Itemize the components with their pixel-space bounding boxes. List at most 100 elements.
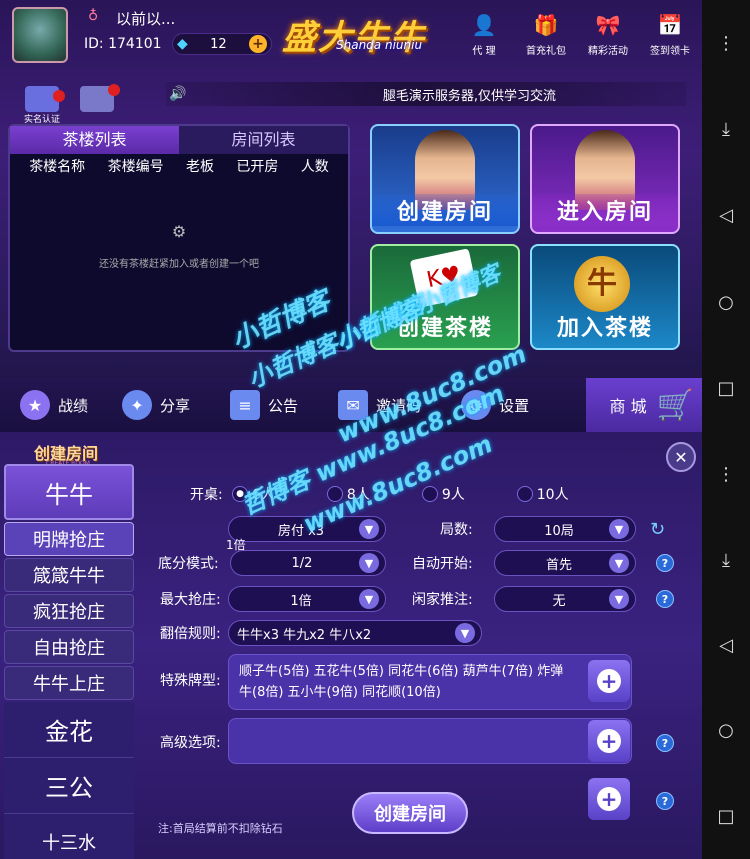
chevron-down-icon: ▼: [359, 589, 379, 609]
double-rule-select[interactable]: 牛牛x3 牛九x2 牛八x2 ▼: [228, 620, 482, 646]
auto-start-select[interactable]: 首先 ▼: [494, 550, 636, 576]
max-bet-value: 1倍: [290, 593, 312, 609]
base-score-extra: 1倍: [226, 538, 246, 552]
cart-icon: 🛒: [656, 387, 694, 423]
mode-niuniu-banker[interactable]: 牛牛上庄: [4, 666, 134, 700]
notice-button[interactable]: ≡ 公告: [230, 390, 298, 420]
advanced-label: 高级选项:: [160, 735, 221, 751]
home-icon[interactable]: ○: [715, 720, 737, 742]
mode-free[interactable]: 自由抢庄: [4, 630, 134, 664]
add-diamond-button[interactable]: +: [249, 35, 267, 53]
base-score-value: 1/2: [291, 555, 313, 571]
home-icon[interactable]: ○: [715, 291, 737, 313]
sidebar-item-jinhua[interactable]: 金花: [4, 702, 134, 758]
notice-icon: ≡: [230, 390, 261, 420]
rounds-select[interactable]: 10局 ▼: [494, 516, 636, 542]
double-rule-value: 牛牛x3 牛九x2 牛八x2: [237, 627, 372, 643]
help-icon[interactable]: ?: [656, 590, 674, 608]
col-opened-rooms: 已开房: [236, 159, 279, 175]
advanced-add-button[interactable]: +: [588, 720, 630, 762]
chevron-down-icon: ▼: [609, 519, 629, 539]
gift-icon: 🎁: [533, 13, 559, 37]
tab-room-list[interactable]: 房间列表: [179, 126, 348, 154]
share-button[interactable]: ✦ 分享: [122, 390, 190, 420]
real-name-verify-button[interactable]: 实名认证: [22, 86, 65, 125]
refresh-icon[interactable]: ↻: [650, 519, 665, 540]
chevron-down-icon: ▼: [359, 553, 379, 573]
list-header: 茶楼名称 茶楼编号 老板 已开房 人数: [10, 154, 348, 178]
close-button[interactable]: ✕: [666, 442, 696, 472]
overflow-menu-icon[interactable]: ⋮: [715, 464, 737, 486]
mode-mingpai[interactable]: 明牌抢庄: [4, 522, 134, 556]
plus-icon: +: [597, 729, 621, 753]
col-teahouse-id: 茶楼编号: [107, 159, 164, 175]
recents-icon[interactable]: □: [715, 378, 737, 400]
announcement-marquee: 🔊 腿毛演示服务器,仅供学习交流: [166, 82, 686, 106]
back-icon[interactable]: ◁: [715, 205, 737, 227]
activity-button[interactable]: 🎀 精彩活动: [578, 10, 638, 57]
user-name: 以前以...: [116, 10, 176, 28]
rounds-label: 局数:: [440, 522, 473, 538]
tab-teahouse-list[interactable]: 茶楼列表: [10, 126, 179, 154]
user-id-label: ID:: [84, 36, 104, 52]
first-recharge-button[interactable]: 🎁 首充礼包: [516, 10, 576, 57]
shop-label: 商 城: [609, 397, 647, 416]
record-label: 战绩: [58, 396, 89, 415]
game-logo: 盛大牛牛 Shanda niuniu: [278, 8, 454, 60]
empty-text: 还没有茶楼赶紧加入或者创建一个吧: [99, 259, 259, 270]
create-room-button[interactable]: 创建房间: [370, 124, 520, 234]
collapse-icon[interactable]: ⤓: [715, 119, 737, 141]
agent-button[interactable]: 👤 代 理: [454, 10, 514, 57]
seats-option-10[interactable]: 10人: [516, 484, 569, 504]
push-label: 闲家推注:: [412, 592, 473, 608]
seats-option-9[interactable]: 9人: [421, 484, 465, 504]
signin-label: 签到领卡: [650, 46, 690, 57]
list-tabs: 茶楼列表 房间列表: [10, 126, 348, 154]
auto-start-value: 首先: [545, 557, 572, 573]
sidebar-item-sangong[interactable]: 三公: [4, 758, 134, 814]
share-icon: ✦: [122, 390, 153, 420]
create-room-submit-button[interactable]: 创建房间: [352, 792, 468, 834]
avatar[interactable]: [12, 7, 68, 63]
help-icon[interactable]: ?: [656, 554, 674, 572]
shop-button[interactable]: 商 城 🛒: [586, 378, 702, 432]
advanced-box: [228, 718, 632, 764]
base-score-select[interactable]: 1/2 ▼: [230, 550, 386, 576]
help-icon[interactable]: ?: [656, 792, 674, 810]
rounds-value: 10局: [544, 523, 574, 539]
first-recharge-label: 首充礼包: [526, 46, 566, 57]
overflow-menu-icon[interactable]: ⋮: [715, 32, 737, 54]
plus-icon: +: [597, 787, 621, 811]
signin-button[interactable]: 📅 签到领卡: [640, 10, 700, 57]
double-rule-label: 翻倍规则:: [160, 626, 221, 642]
binding-button[interactable]: [80, 84, 120, 112]
max-bet-select[interactable]: 1倍 ▼: [228, 586, 386, 612]
join-room-button[interactable]: 进入房间: [530, 124, 680, 234]
record-button[interactable]: ★ 战绩: [20, 390, 88, 420]
auto-start-row: 自动开始: 首先 ▼ ?: [412, 550, 674, 576]
sidebar-item-niuniu[interactable]: 牛牛: [4, 464, 134, 520]
diamond-icon: ◆: [177, 36, 188, 52]
id-card-icon: [25, 86, 65, 112]
push-select[interactable]: 无 ▼: [494, 586, 636, 612]
star-icon: ★: [20, 390, 50, 420]
collapse-icon[interactable]: ⤓: [715, 549, 737, 571]
special-add-button[interactable]: +: [588, 660, 630, 702]
col-owner: 老板: [185, 159, 214, 175]
android-nav-bar: ⋮ ⤓ ◁ ○ □: [702, 0, 750, 432]
diamond-balance: ◆ 12 +: [172, 33, 272, 55]
android-nav-bar: ⋮ ⤓ ◁ ○ □: [702, 432, 750, 859]
share-label: 分享: [160, 396, 191, 415]
help-icon[interactable]: ?: [656, 734, 674, 752]
join-teahouse-button[interactable]: 牛 加入茶楼: [530, 244, 680, 350]
push-row: 闲家推注: 无 ▼ ?: [412, 586, 674, 612]
recents-icon[interactable]: □: [715, 805, 737, 827]
mode-crazy[interactable]: 疯狂抢庄: [4, 594, 134, 628]
game-sidebar: 牛牛 明牌抢庄 箴箴牛牛 疯狂抢庄 自由抢庄 牛牛上庄 金花 三公 十三水: [4, 464, 134, 859]
back-icon[interactable]: ◁: [715, 634, 737, 656]
lobby-screen: ♁ 以前以... ID: 174101 ◆ 12 + 盛大牛牛 Shanda n…: [0, 0, 750, 432]
mode-zhenzhen[interactable]: 箴箴牛牛: [4, 558, 134, 592]
close-icon: ✕: [674, 447, 688, 467]
sidebar-item-shisanshui[interactable]: 十三水: [4, 814, 134, 859]
extra-add-button[interactable]: +: [588, 778, 630, 820]
